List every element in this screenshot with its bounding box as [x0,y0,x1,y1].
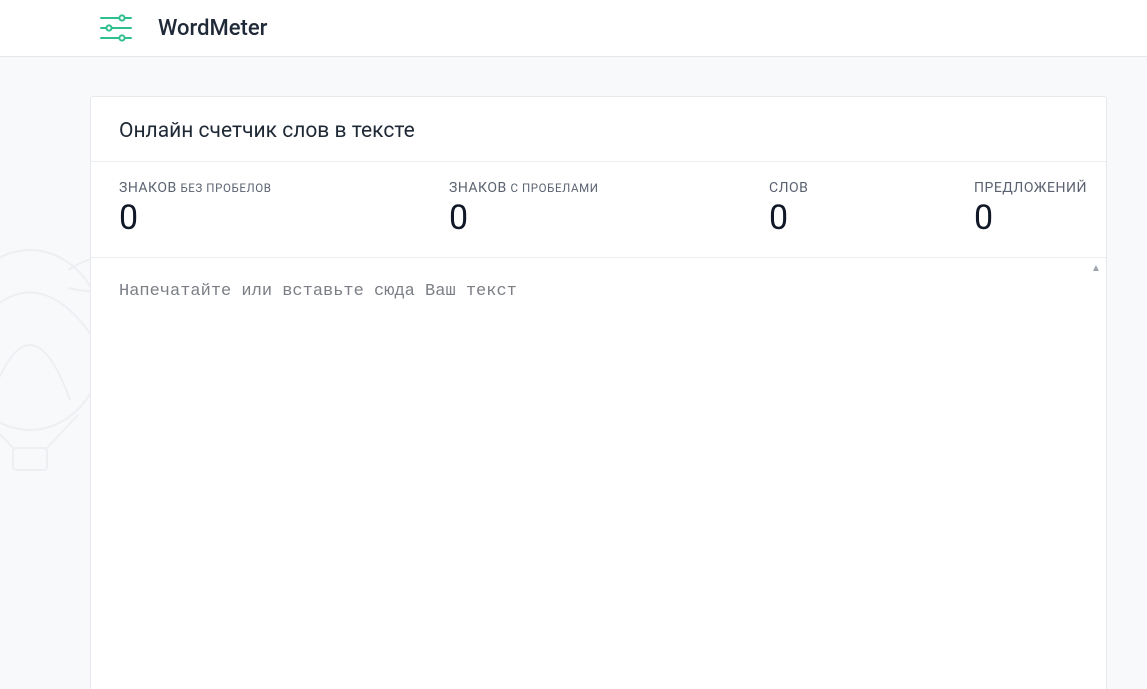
stat-label-main: ЗНАКОВ [119,180,177,196]
stat-value: 0 [769,200,974,237]
stat-value: 0 [974,200,1087,237]
stat-label: ЗНАКОВ С ПРОБЕЛАМИ [449,180,769,196]
text-input[interactable] [91,258,1106,688]
brand-name[interactable]: WordMeter [158,16,267,41]
page-title: Онлайн счетчик слов в тексте [91,97,1106,162]
stat-label: ЗНАКОВ БЕЗ ПРОБЕЛОВ [119,180,449,196]
stats-row: ЗНАКОВ БЕЗ ПРОБЕЛОВ 0 ЗНАКОВ С ПРОБЕЛАМИ… [91,162,1106,258]
stat-label: ПРЕДЛОЖЕНИЙ [974,180,1087,196]
sliders-icon [98,10,134,46]
stat-label-main: СЛОВ [769,180,808,196]
word-counter-card: Онлайн счетчик слов в тексте ЗНАКОВ БЕЗ … [90,96,1107,689]
stat-chars-with-spaces: ЗНАКОВ С ПРОБЕЛАМИ 0 [449,180,769,237]
stat-label: СЛОВ [769,180,974,196]
stat-label-main: ЗНАКОВ [449,180,507,196]
header: WordMeter [0,0,1147,57]
stat-value: 0 [449,200,769,237]
stat-label-sub: С ПРОБЕЛАМИ [510,181,598,195]
stat-label-main: ПРЕДЛОЖЕНИЙ [974,180,1087,196]
scroll-up-icon: ▲ [1090,262,1102,274]
stat-words: СЛОВ 0 [769,180,974,237]
stat-chars-no-spaces: ЗНАКОВ БЕЗ ПРОБЕЛОВ 0 [119,180,449,237]
stat-label-sub: БЕЗ ПРОБЕЛОВ [180,181,271,195]
editor-wrap: ▲ [91,258,1106,689]
stat-sentences: ПРЕДЛОЖЕНИЙ 0 [974,180,1087,237]
stat-value: 0 [119,200,449,237]
